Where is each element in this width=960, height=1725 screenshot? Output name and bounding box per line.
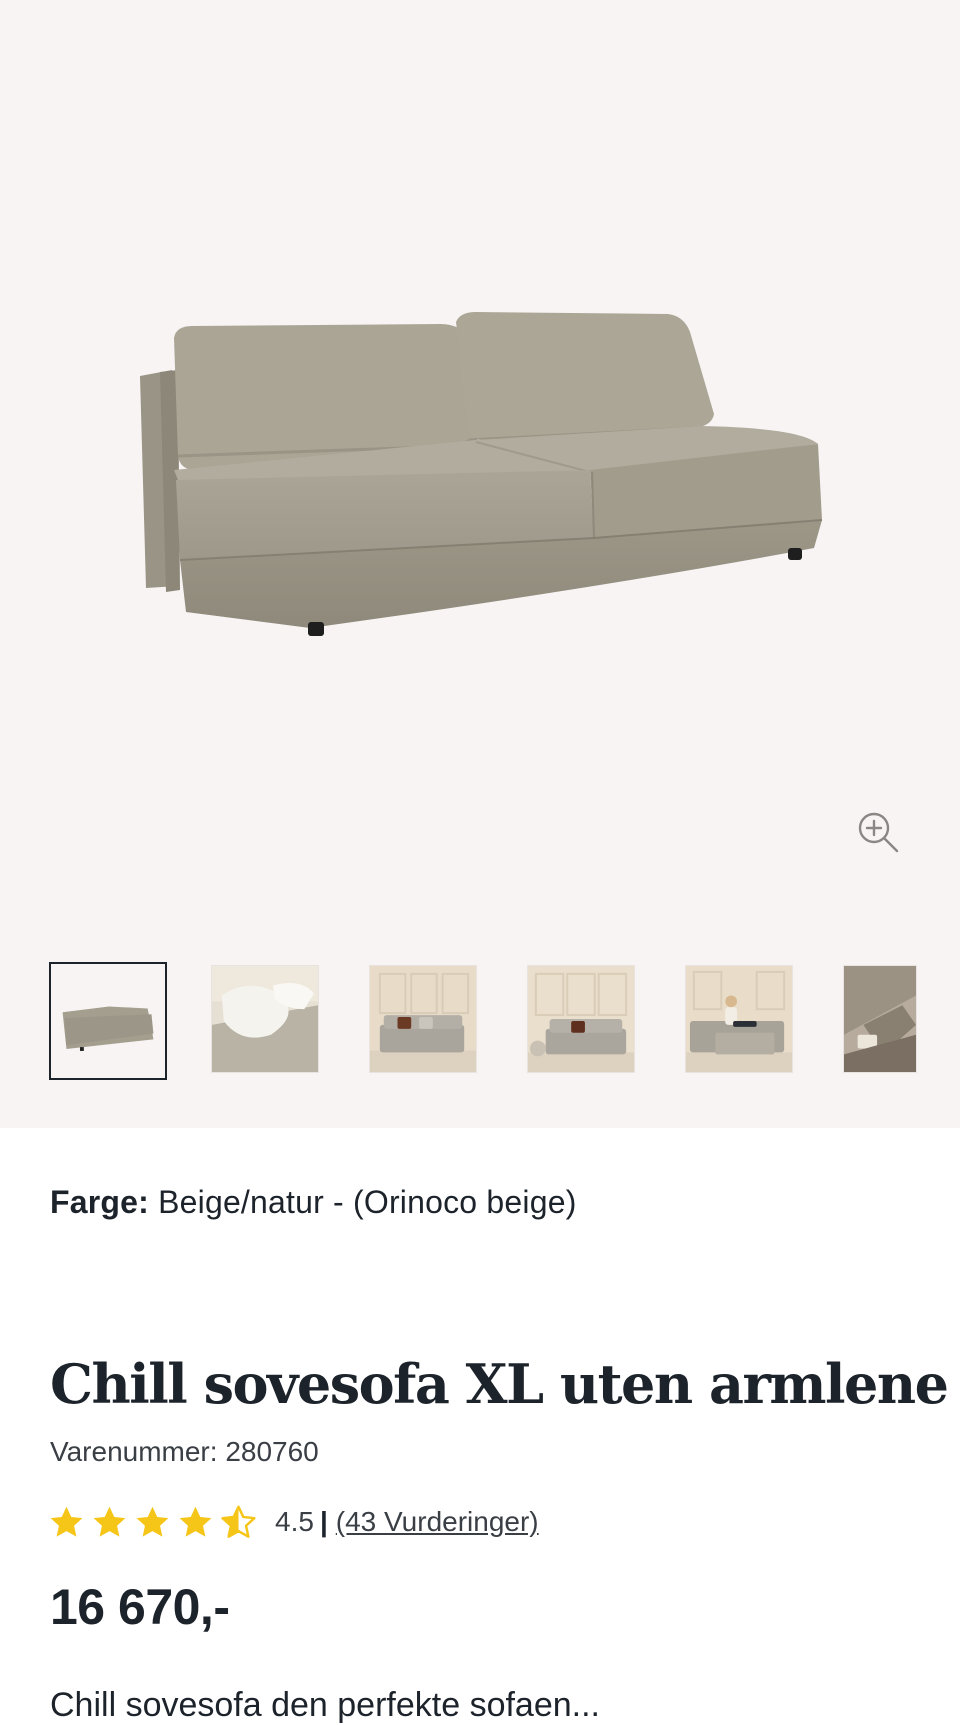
description-text: Chill sovesofa den perfekte sofaen... [50,1686,600,1724]
product-sku: Varenummer: 280760 [50,1436,319,1467]
rating-stars [48,1504,257,1541]
main-product-image[interactable] [0,0,960,940]
star-full-icon [93,1506,126,1537]
star-half-icon [221,1505,256,1538]
thumbnail-sofa-blanket[interactable] [211,965,319,1073]
color-selection: Farge: Beige/natur - (Orinoco beige) [50,1184,577,1221]
zoom-button[interactable] [852,806,904,858]
rating-value: 4.5 [275,1506,314,1537]
thumbnail-sofa-woman[interactable] [685,965,793,1073]
thumbnail-sofa-studio[interactable] [49,962,167,1080]
color-value: Beige/natur - (Orinoco beige) [158,1184,577,1220]
color-label: Farge: [50,1184,149,1220]
reviews-link[interactable]: (43 Vurderinger) [336,1506,539,1538]
sofa-image [140,312,823,636]
product-title: Chill sovesofa XL uten armlene [50,1352,949,1416]
zoom-in-icon [858,812,899,853]
thumbnail-sofa-detail[interactable] [843,965,917,1073]
thumbnail-sofa-room-1[interactable] [369,965,477,1073]
star-full-icon [179,1506,212,1537]
star-full-icon [136,1506,169,1537]
star-full-icon [50,1506,83,1537]
thumbnail-strip [0,960,960,1080]
rating-separator: | [319,1506,328,1537]
rating-row: 4.5 | (43 Vurderinger) [48,1498,539,1546]
product-price: 16 670,- [50,1579,230,1635]
product-gallery [0,0,960,1128]
thumbnail-sofa-room-2[interactable] [527,965,635,1073]
